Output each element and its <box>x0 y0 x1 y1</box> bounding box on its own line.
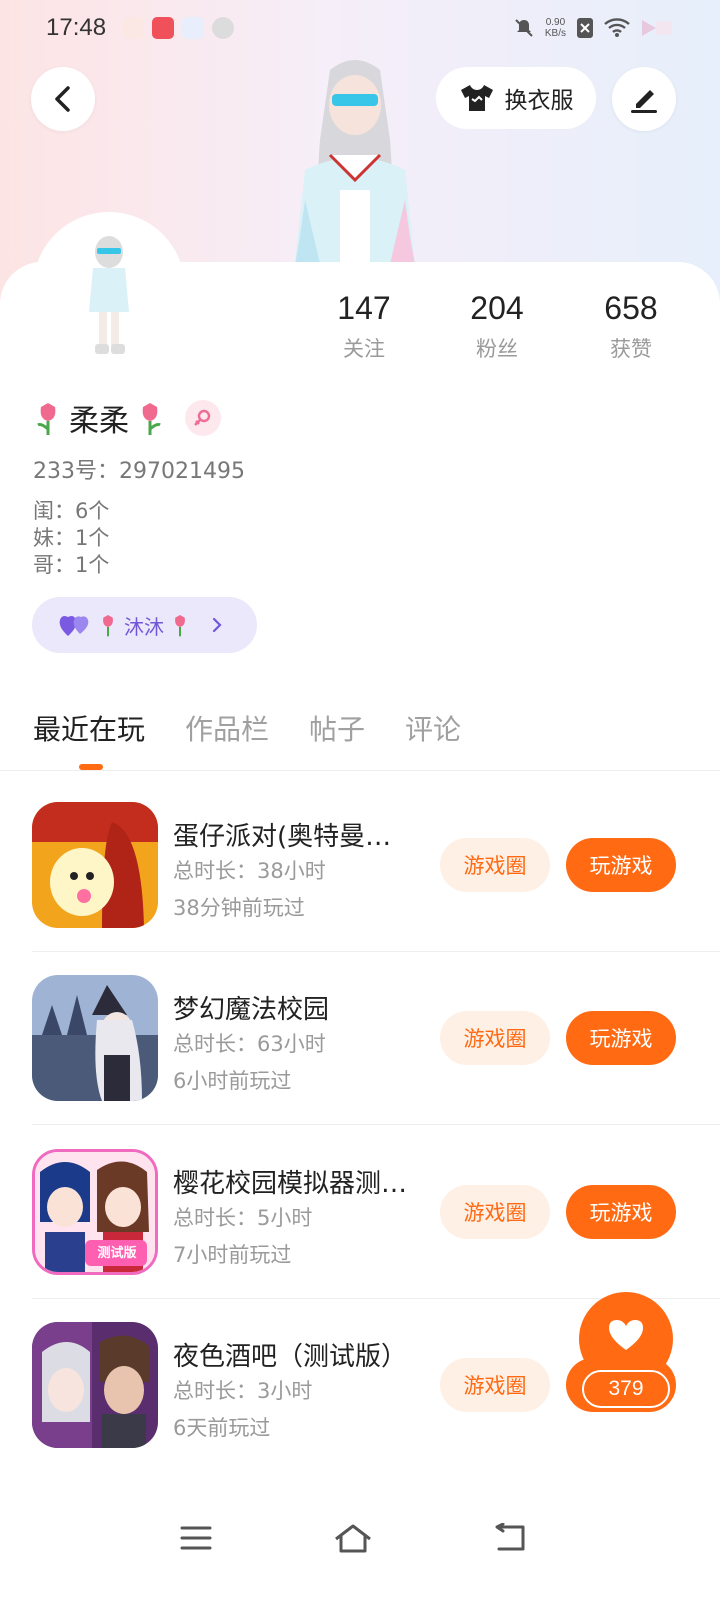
female-gender-icon <box>185 400 221 436</box>
fans-label: 粉丝 <box>476 337 518 361</box>
tulip-icon <box>142 403 161 435</box>
edit-profile-button[interactable] <box>612 67 676 131</box>
game-circle-button[interactable]: 游戏圈 <box>440 1185 550 1239</box>
test-version-badge: 测试版 <box>97 1246 137 1261</box>
likes-count: 658 <box>604 290 658 326</box>
mute-icon <box>515 19 533 37</box>
return-icon <box>495 1523 525 1551</box>
game-circle-button[interactable]: 游戏圈 <box>440 1011 550 1065</box>
tulip-icon <box>37 403 56 435</box>
app-notification-icon <box>152 17 175 39</box>
status-indicators: 0.90 KB/s <box>513 17 674 39</box>
cp-partner-name: 沐沐 <box>124 614 164 639</box>
notification-icons <box>122 17 235 39</box>
back-button[interactable] <box>31 67 95 131</box>
change-outfit-label: 换衣服 <box>504 88 574 114</box>
sakura-school-icon: 测试版 <box>32 1149 158 1275</box>
menu-icon <box>180 1526 212 1550</box>
user-id: 233号：297021495 <box>33 459 245 484</box>
name-row: 柔柔 <box>33 396 221 440</box>
game-title: 夜色酒吧（测试版） <box>173 1342 408 1372</box>
game-last-played: 38分钟前玩过 <box>173 896 305 920</box>
system-nav-bar <box>0 1480 720 1600</box>
game-title: 梦幻魔法校园 <box>173 995 330 1025</box>
avatar[interactable] <box>33 212 185 364</box>
likes-label: 获赞 <box>610 337 652 361</box>
home-icon <box>335 1524 371 1553</box>
status-time: 17:48 <box>46 14 107 41</box>
tab-recently-played[interactable]: 最近在玩 <box>33 708 145 748</box>
following-count: 147 <box>337 290 391 326</box>
home-button[interactable] <box>323 1508 383 1568</box>
status-bar: 17:48 0.90 KB/s <box>0 0 720 56</box>
cp-partner-pill[interactable]: 沐沐 <box>32 597 257 653</box>
stat-fans[interactable]: 204 粉丝 <box>437 290 557 363</box>
back-nav-button[interactable] <box>480 1508 540 1568</box>
app-notification-icon <box>212 17 235 39</box>
menu-button[interactable] <box>166 1508 226 1568</box>
divider <box>0 770 720 771</box>
game-duration: 总时长：5小时 <box>173 1206 313 1230</box>
game-title: 蛋仔派对(奥特曼… <box>173 822 392 852</box>
change-outfit-button[interactable]: 换衣服 <box>436 67 596 129</box>
relation-item: 闺：6个 <box>33 499 110 523</box>
magic-school-icon <box>32 975 158 1101</box>
baidu-icon <box>182 17 205 39</box>
game-last-played: 6天前玩过 <box>173 1416 271 1440</box>
play-game-button[interactable]: 玩游戏 <box>566 1011 676 1065</box>
divider <box>32 951 720 952</box>
game-row[interactable]: 蛋仔派对(奥特曼… 总时长：38小时 38分钟前玩过 游戏圈 玩游戏 <box>0 802 720 976</box>
wifi-icon <box>604 18 630 37</box>
tulip-icon <box>175 615 185 637</box>
character-figure <box>270 50 440 264</box>
stat-following[interactable]: 147 关注 <box>304 290 424 363</box>
chevron-right-icon <box>212 617 222 633</box>
stat-likes[interactable]: 658 获赞 <box>571 290 691 363</box>
game-last-played: 6小时前玩过 <box>173 1069 292 1093</box>
night-bar-icon <box>32 1322 158 1448</box>
heart-icon <box>609 1320 643 1350</box>
egg-party-icon <box>32 802 158 928</box>
game-duration: 总时长：3小时 <box>173 1379 313 1403</box>
network-speed: 0.90 KB/s <box>544 17 566 39</box>
user-name: 柔柔 <box>69 404 129 439</box>
following-label: 关注 <box>343 337 385 361</box>
game-last-played: 7小时前玩过 <box>173 1243 292 1267</box>
play-game-button[interactable]: 玩游戏 <box>566 1185 676 1239</box>
tab-works[interactable]: 作品栏 <box>185 708 269 748</box>
double-heart-icon <box>59 616 89 636</box>
fans-count: 204 <box>470 290 524 326</box>
battery-icon <box>642 20 672 36</box>
sim-off-icon <box>577 18 593 38</box>
tshirt-icon <box>460 85 493 111</box>
game-duration: 总时长：63小时 <box>173 1032 326 1056</box>
game-title: 樱花校园模拟器测… <box>173 1169 408 1199</box>
tab-posts[interactable]: 帖子 <box>309 708 365 748</box>
relations-list: 闺：6个 妹：1个 哥：1个 <box>33 498 109 579</box>
divider <box>32 1124 720 1125</box>
game-circle-button[interactable]: 游戏圈 <box>440 1358 550 1412</box>
tulip-icon <box>103 615 113 637</box>
relation-item: 哥：1个 <box>33 553 110 577</box>
chevron-left-icon <box>55 86 70 112</box>
game-circle-button[interactable]: 游戏圈 <box>440 838 550 892</box>
game-duration: 总时长：38小时 <box>173 859 326 883</box>
play-game-button[interactable]: 玩游戏 <box>566 838 676 892</box>
app-notification-icon <box>122 17 145 39</box>
relation-item: 妹：1个 <box>33 526 110 550</box>
like-count: 379 <box>582 1370 670 1408</box>
profile-tabs: 最近在玩 作品栏 帖子 评论 <box>33 708 461 748</box>
game-row[interactable]: 梦幻魔法校园 总时长：63小时 6小时前玩过 游戏圈 玩游戏 <box>0 975 720 1149</box>
tab-comments[interactable]: 评论 <box>405 708 461 748</box>
pen-icon <box>631 90 657 113</box>
